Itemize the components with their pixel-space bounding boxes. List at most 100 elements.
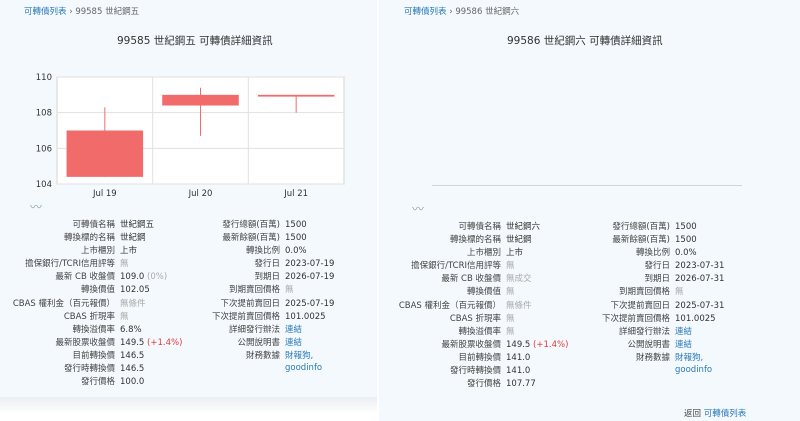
page-title: 99585 世紀鋼五 可轉債詳細資訊 [117, 35, 273, 47]
info-row: CBAS 折現率無 [379, 313, 569, 326]
info-value: 101.0025 [285, 311, 370, 324]
info-row: 轉換溢價率無 [379, 326, 569, 339]
y-tick-label: 108 [36, 109, 52, 119]
candle-body [66, 130, 144, 177]
x-tick-label: Jul 20 [188, 189, 213, 199]
info-row: 下次提前賣回日 2025-07-31 [582, 300, 787, 313]
breadcrumb-bond-list-link[interactable]: 可轉債列表 [404, 7, 447, 17]
info-label: 到期日 [254, 272, 280, 283]
value-text: 無成交 [506, 274, 532, 285]
info-label: 轉換標的名稱 [63, 233, 115, 244]
info-label: 詳細發行辦法 [618, 326, 670, 337]
wave-ornament-icon: 〰︎ [412, 202, 424, 216]
info-row: 轉換價值無 [379, 286, 569, 299]
bond-info-right-column: 發行總額(百萬) 1500 最新餘額(百萬) 1500 轉換比例 0.0% 發行日 2023-… [582, 221, 787, 378]
info-label: 發行總額(百萬) [222, 220, 280, 230]
info-value: 6.8% [120, 324, 180, 337]
value-text: 149.5 [506, 339, 531, 350]
info-row: 目前轉換價 141.0 [379, 352, 569, 365]
info-row: 擔保銀行/TCRI信用評等無 [379, 260, 569, 273]
info-value: 無 [506, 313, 569, 326]
info-label: 轉換溢價率 [458, 326, 501, 337]
goodinfo-link[interactable]: goodinfo [285, 363, 322, 373]
breadcrumb-bond-list-link[interactable]: 可轉債列表 [24, 7, 67, 17]
x-tick-label: Jul 19 [92, 189, 117, 199]
info-label: 公開說明書 [237, 337, 280, 348]
value-text: 2026-07-19 [285, 272, 335, 283]
info-value: 101.0025 [675, 313, 787, 326]
info-row: 轉換比例 0.0% [190, 245, 370, 258]
value-text: 107.77 [506, 379, 536, 390]
info-value: 109.0 (0%) [120, 271, 180, 284]
value-text: 146.5 [120, 364, 145, 375]
value-text: 無 [675, 287, 684, 298]
info-row: 可轉債名稱 世紀鋼六 [379, 221, 569, 234]
info-label: 轉換標的名稱 [449, 235, 501, 246]
value-text[interactable]: 財報狗, [285, 351, 313, 361]
info-label: 轉換價值 [80, 285, 115, 296]
info-label: 最新餘額(百萬) [612, 235, 670, 246]
link-value[interactable]: 連結 [675, 327, 692, 337]
value-text: 上市 [120, 246, 138, 257]
goodinfo-link[interactable]: goodinfo [675, 365, 712, 375]
info-value: 2023-07-31 [675, 260, 787, 273]
breadcrumb: 可轉債列表 › 99586 世紀鋼六 [404, 5, 519, 17]
link-value[interactable]: 連結 [675, 340, 692, 350]
info-value: 連結 [675, 339, 787, 352]
info-value: 世紀鋼五 [120, 219, 180, 232]
info-value: 連結 [285, 337, 370, 350]
info-value: 無 [506, 260, 569, 273]
breadcrumb-current: 99585 世紀鋼五 [75, 7, 140, 17]
info-row: 發行日 2023-07-19 [190, 258, 370, 271]
info-row: 最新股票收盤價 149.5 (+1.4%) [0, 337, 182, 350]
info-row: 可轉債名稱 世紀鋼五 [0, 219, 180, 232]
value-text: 141.0 [506, 366, 531, 377]
info-row: 發行價格 107.77 [379, 378, 569, 391]
value-text: 100.0 [120, 377, 145, 388]
info-value: 146.5 [120, 350, 180, 363]
back-bond-list-link[interactable]: 可轉債列表 [704, 409, 747, 419]
info-value: 上市 [506, 247, 569, 260]
info-value: 無條件 [506, 300, 569, 313]
page-title: 99586 世紀鋼六 可轉債詳細資訊 [507, 35, 663, 47]
info-value: 1500 [285, 232, 370, 245]
info-row: 下次提前賣回日 2025-07-19 [190, 298, 370, 311]
info-label: 最新 CB 收盤價 [55, 272, 115, 283]
info-row: 發行總額(百萬) 1500 [582, 221, 787, 234]
info-row: 下次提前賣回價格 101.0025 [190, 311, 370, 324]
info-row: 財務數據 財報狗, goodinfo [190, 350, 370, 376]
x-tick-label: Jul 21 [283, 189, 308, 199]
info-row: 詳細發行辦法 連結 [582, 326, 787, 339]
value-text: 141.0 [506, 352, 531, 363]
info-value: 無 [120, 258, 180, 271]
value-text: 6.8% [120, 324, 142, 335]
info-value: 1500 [285, 219, 370, 232]
link-value[interactable]: 連結 [285, 325, 302, 335]
info-label: 發行時轉換價 [449, 366, 501, 377]
info-value: 無條件 [120, 298, 180, 311]
y-tick-label: 110 [36, 73, 52, 83]
info-row: 上市櫃別 上市 [0, 245, 180, 258]
info-row: 公開說明書 連結 [582, 339, 787, 352]
breadcrumb-current: 99586 世紀鋼六 [455, 7, 520, 17]
breadcrumb-separator: › [449, 7, 453, 17]
info-value: 141.0 [506, 365, 569, 378]
value-text: 上市 [506, 248, 524, 259]
value-text: 149.5 [120, 337, 145, 348]
value-text: 0.0% [675, 248, 697, 259]
value-text: 2026-07-31 [675, 274, 725, 285]
info-label: 下次提前賣回日 [610, 300, 670, 311]
info-label: 最新 CB 收盤價 [441, 274, 501, 285]
info-row: 發行價格 100.0 [0, 376, 180, 389]
value-text: 世紀鋼五 [120, 220, 155, 230]
candlestick-chart: 104 106 108 110 Jul 19 Jul 20 Jul 21 [36, 73, 345, 199]
value-text: 無條件 [120, 298, 146, 309]
info-value: 2025-07-19 [285, 298, 370, 311]
info-value: 世紀鋼六 [506, 221, 569, 234]
value-text: 2023-07-31 [675, 261, 725, 272]
link-value[interactable]: 連結 [285, 338, 302, 348]
info-row: 發行時轉換價 146.5 [0, 363, 180, 376]
bond-info-left-column: 可轉債名稱 世紀鋼五 轉換標的名稱 世紀鋼 上市櫃別 上市 擔保銀行/TCRI信用評等無最新… [0, 219, 183, 389]
info-value: 149.5 (+1.4%) [506, 339, 569, 352]
value-text[interactable]: 財報狗, [675, 353, 703, 363]
